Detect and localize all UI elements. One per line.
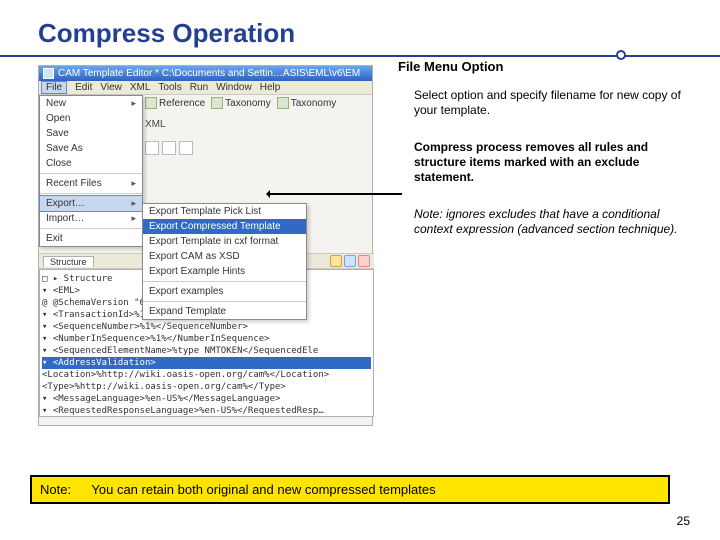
user-icon bbox=[344, 255, 356, 267]
note-text: You can retain both original and new com… bbox=[91, 482, 435, 497]
user-icon bbox=[330, 255, 342, 267]
toolbar-tab[interactable]: Taxonomy bbox=[291, 98, 337, 109]
toolbar-chip-icon bbox=[277, 97, 289, 109]
toolbar-tab[interactable]: Reference bbox=[159, 98, 205, 109]
toolbar-row: Reference Taxonomy Taxonomy bbox=[145, 97, 336, 109]
tree-row[interactable]: ▾ <SequencedElementName>%type NMTOKEN</S… bbox=[42, 345, 371, 357]
note-label: Note: bbox=[40, 482, 88, 497]
explanation-column: File Menu Option Select option and speci… bbox=[398, 59, 688, 237]
tree-row[interactable]: <Type>%http://wiki.oasis-open.org/cam%</… bbox=[42, 381, 371, 393]
tree-row[interactable]: ▾ <AddressValidation> bbox=[42, 357, 371, 369]
toolbar-sublabel: XML bbox=[145, 119, 166, 130]
export-menu-item[interactable]: Export Compressed Template bbox=[143, 219, 306, 234]
file-menu-item[interactable]: New bbox=[40, 96, 142, 111]
tree-row[interactable]: ▾ <RequestedResponseLanguage>%en-US%</Re… bbox=[42, 405, 371, 417]
note-bar: Note: You can retain both original and n… bbox=[30, 475, 670, 504]
tree-row[interactable]: <Location>%http://wiki.oasis-open.org/ca… bbox=[42, 369, 371, 381]
file-menu-item[interactable]: Export… bbox=[39, 195, 143, 212]
file-menu-item[interactable]: Open bbox=[40, 111, 142, 126]
menu-xml[interactable]: XML bbox=[130, 82, 151, 93]
toolbar-chip-icon bbox=[211, 97, 223, 109]
export-menu-item[interactable]: Export Example Hints bbox=[143, 264, 306, 279]
callout-arrow bbox=[268, 193, 402, 195]
toolbar-icons bbox=[145, 141, 193, 155]
toolbar-icon[interactable] bbox=[179, 141, 193, 155]
structure-tab[interactable]: Structure bbox=[43, 256, 94, 267]
paragraph-3: Note: ignores excludes that have a condi… bbox=[414, 207, 688, 237]
toolbar-icon[interactable] bbox=[145, 141, 159, 155]
window-titlebar: CAM Template Editor * C:\Documents and S… bbox=[39, 66, 372, 81]
toolbar-tab[interactable]: Taxonomy bbox=[225, 98, 271, 109]
tree-row[interactable]: ▾ <NumberInSequence>%1%</NumberInSequenc… bbox=[42, 333, 371, 345]
app-icon bbox=[43, 68, 54, 79]
export-submenu[interactable]: Export Template Pick ListExport Compress… bbox=[142, 203, 307, 320]
file-menu[interactable]: NewOpenSaveSave AsClose Recent Files Expor… bbox=[39, 95, 143, 247]
export-menu-item[interactable]: Export Template Pick List bbox=[143, 204, 306, 219]
user-icon bbox=[358, 255, 370, 267]
editor-workarea: Reference Taxonomy Taxonomy XML NewOpenS… bbox=[39, 95, 372, 425]
paragraph-1: Select option and specify filename for n… bbox=[414, 88, 688, 118]
menu-tools[interactable]: Tools bbox=[158, 82, 181, 93]
file-menu-item[interactable]: Close bbox=[40, 156, 142, 171]
slide-title: Compress Operation bbox=[38, 18, 720, 55]
menubar[interactable]: File Edit View XML Tools Run Window Help bbox=[39, 81, 372, 95]
window-title-text: CAM Template Editor * C:\Documents and S… bbox=[58, 68, 360, 79]
toolbar-icon[interactable] bbox=[162, 141, 176, 155]
file-menu-item[interactable]: Recent Files bbox=[40, 176, 142, 191]
page-number: 25 bbox=[677, 514, 690, 528]
export-menu-item[interactable]: Export Template in cxf format bbox=[143, 234, 306, 249]
toolbar-chip-icon bbox=[145, 97, 157, 109]
subheading: File Menu Option bbox=[398, 59, 688, 74]
menu-file[interactable]: File bbox=[41, 81, 67, 94]
export-menu-item[interactable]: Export examples bbox=[143, 284, 306, 299]
paragraph-2: Compress process removes all rules and s… bbox=[414, 140, 688, 185]
menu-window[interactable]: Window bbox=[216, 82, 252, 93]
menu-view[interactable]: View bbox=[100, 82, 122, 93]
panel-user-icons bbox=[330, 255, 370, 267]
file-menu-item[interactable]: Save bbox=[40, 126, 142, 141]
menu-run[interactable]: Run bbox=[190, 82, 208, 93]
menu-help[interactable]: Help bbox=[260, 82, 281, 93]
file-menu-item[interactable]: Exit bbox=[40, 231, 142, 246]
file-menu-item[interactable]: Import… bbox=[40, 211, 142, 226]
export-menu-item[interactable]: Export CAM as XSD bbox=[143, 249, 306, 264]
file-menu-item[interactable]: Save As bbox=[40, 141, 142, 156]
export-menu-item[interactable]: Expand Template bbox=[143, 304, 306, 319]
menu-edit[interactable]: Edit bbox=[75, 82, 92, 93]
tree-row[interactable]: ▾ <MessageLanguage>%en-US%</MessageLangu… bbox=[42, 393, 371, 405]
tree-row[interactable]: ▾ <SequenceNumber>%1%</SequenceNumber> bbox=[42, 321, 371, 333]
cam-editor-screenshot: CAM Template Editor * C:\Documents and S… bbox=[38, 65, 373, 426]
